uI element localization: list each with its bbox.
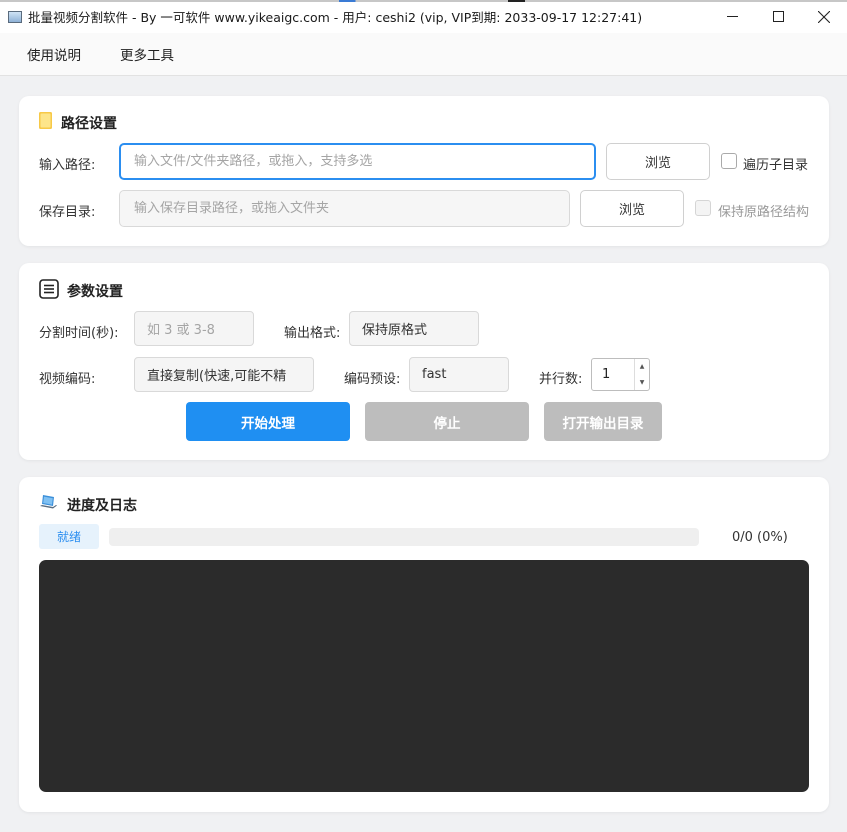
parallel-value: 1: [602, 367, 611, 382]
progress-bar: [109, 528, 699, 546]
split-time-label: 分割时间(秒):: [39, 326, 119, 341]
preset-label: 编码预设:: [344, 372, 401, 387]
keep-structure-checkbox[interactable]: [695, 200, 711, 216]
video-codec-label: 视频编码:: [39, 372, 96, 387]
param-settings-title: 参数设置: [39, 279, 123, 303]
parallel-stepper[interactable]: 1 ▲ ▼: [591, 358, 650, 391]
path-settings-title-text: 路径设置: [61, 115, 117, 132]
path-settings-card: 路径设置 输入路径: 浏览 遍历子目录 保存目录: 浏览 保持原路径结构: [19, 96, 829, 246]
split-time-field[interactable]: 如 3 或 3-8: [134, 311, 254, 346]
path-settings-title: 路径设置: [39, 112, 117, 133]
video-codec-select[interactable]: 直接复制(快速,可能不精: [134, 357, 314, 392]
input-browse-button[interactable]: 浏览: [606, 143, 710, 180]
input-path-field[interactable]: [119, 143, 596, 180]
stepper-up-icon[interactable]: ▲: [635, 359, 649, 375]
param-settings-card: 参数设置 分割时间(秒): 如 3 或 3-8 输出格式: 保持原格式 视频编码…: [19, 263, 829, 460]
folder-icon: [39, 112, 53, 133]
menu-bar: 使用说明 更多工具: [0, 33, 847, 76]
menu-item-more-tools[interactable]: 更多工具: [100, 44, 193, 64]
preset-select[interactable]: fast: [409, 357, 509, 392]
minimize-icon[interactable]: [709, 0, 755, 33]
progress-count: 0/0 (0%): [732, 530, 788, 545]
open-output-button[interactable]: 打开输出目录: [544, 402, 662, 441]
window-title: 批量视频分割软件 - By 一可软件 www.yikeaigc.com - 用户…: [28, 10, 643, 25]
start-button[interactable]: 开始处理: [186, 402, 350, 441]
save-browse-button[interactable]: 浏览: [580, 190, 684, 227]
progress-card: 进度及日志 就绪 0/0 (0%): [19, 477, 829, 812]
window-controls: [709, 0, 847, 33]
progress-title-text: 进度及日志: [67, 498, 137, 514]
menu-item-usage[interactable]: 使用说明: [0, 44, 100, 64]
recurse-subdirs-label: 遍历子目录: [743, 158, 809, 173]
input-path-label: 输入路径:: [39, 158, 96, 173]
param-settings-title-text: 参数设置: [67, 284, 123, 300]
close-icon[interactable]: [801, 0, 847, 33]
recurse-subdirs-checkbox[interactable]: [721, 153, 737, 169]
output-format-select[interactable]: 保持原格式: [349, 311, 479, 346]
log-output[interactable]: [39, 560, 809, 792]
keep-structure-label: 保持原路径结构: [718, 205, 810, 220]
save-dir-field[interactable]: [119, 190, 570, 227]
parallel-stepper-arrows: ▲ ▼: [634, 359, 649, 390]
progress-title: 进度及日志: [39, 494, 137, 516]
stepper-down-icon[interactable]: ▼: [635, 375, 649, 391]
status-badge: 就绪: [39, 524, 99, 549]
parallel-label: 并行数:: [539, 372, 583, 387]
title-bar: 批量视频分割软件 - By 一可软件 www.yikeaigc.com - 用户…: [0, 0, 847, 33]
save-dir-label: 保存目录:: [39, 205, 96, 220]
list-icon: [39, 279, 59, 303]
output-format-label: 输出格式:: [284, 326, 341, 341]
stop-button[interactable]: 停止: [365, 402, 529, 441]
maximize-icon[interactable]: [755, 0, 801, 33]
laptop-icon: [39, 494, 59, 516]
app-icon: [8, 10, 22, 23]
